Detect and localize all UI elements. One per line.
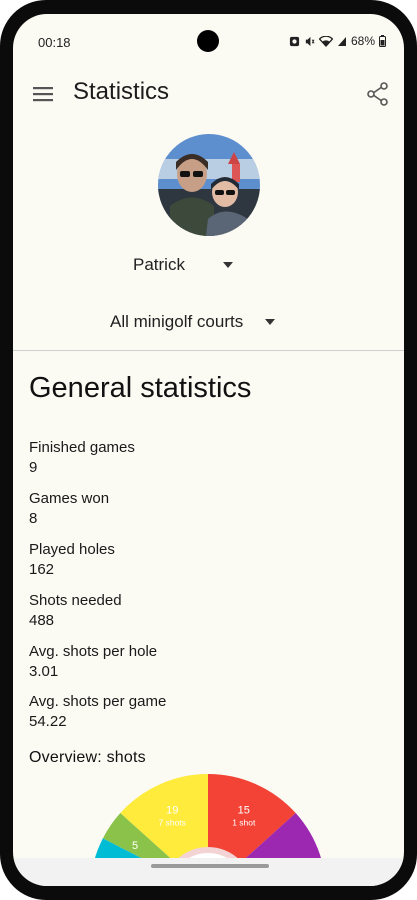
stat-label: Played holes <box>29 541 115 558</box>
signal-icon <box>337 36 346 46</box>
dropdown-arrow-icon <box>265 319 276 325</box>
slice-count-label: 19 <box>166 805 178 817</box>
slice-shots-label: 1 shot <box>232 818 256 828</box>
stat-played-holes: Played holes 162 <box>29 540 115 580</box>
dropdown-arrow-icon <box>222 262 233 268</box>
stat-shots-needed: Shots needed 488 <box>29 591 122 631</box>
stat-value: 488 <box>29 612 55 629</box>
slice-count-label: 15 <box>238 805 250 817</box>
phone-frame: 00:18 68% Statistics Patrick All minigol… <box>0 0 417 900</box>
share-button[interactable] <box>364 80 392 108</box>
stat-finished-games: Finished games 9 <box>29 438 135 478</box>
alarm-icon <box>289 36 300 46</box>
bottom-shade <box>13 858 404 886</box>
court-selected: All minigolf courts <box>110 312 244 331</box>
stat-label: Avg. shots per game <box>29 693 167 710</box>
front-camera <box>197 30 219 52</box>
status-icons: 68% <box>289 34 386 48</box>
wifi-icon <box>318 35 333 47</box>
court-dropdown[interactable]: All minigolf courts <box>110 312 276 332</box>
player-dropdown[interactable]: Patrick <box>133 255 233 275</box>
general-statistics-title: General statistics <box>29 372 252 404</box>
app-bar: Statistics <box>13 68 404 124</box>
mute-icon <box>305 36 315 46</box>
stat-value: 3.01 <box>29 663 59 680</box>
stat-games-won: Games won 8 <box>29 489 109 529</box>
menu-button[interactable] <box>31 82 55 106</box>
stat-label: Avg. shots per hole <box>29 643 158 660</box>
stat-label: Finished games <box>29 439 135 456</box>
stat-value: 54.22 <box>29 713 67 730</box>
stat-label: Shots needed <box>29 592 122 609</box>
stat-value: 9 <box>29 459 38 476</box>
share-icon <box>367 82 388 106</box>
stat-label: Games won <box>29 490 110 507</box>
slice-count-label: 5 <box>132 840 138 852</box>
gesture-bar[interactable] <box>151 864 269 868</box>
battery-icon <box>379 35 386 47</box>
status-time: 00:18 <box>38 35 71 50</box>
profile-photo <box>158 134 260 236</box>
stat-value: 162 <box>29 561 55 578</box>
stat-value: 8 <box>29 510 38 527</box>
slice-shots-label: 7 shots <box>159 818 186 828</box>
stat-avg-shots-hole: Avg. shots per hole 3.01 <box>29 642 157 682</box>
divider <box>13 350 404 351</box>
screen: 00:18 68% Statistics Patrick All minigol… <box>13 14 404 886</box>
page-title: Statistics <box>73 78 170 105</box>
stat-avg-shots-game: Avg. shots per game 54.22 <box>29 692 166 732</box>
overview-shots-title: Overview: shots <box>29 749 146 766</box>
player-selected: Patrick <box>133 255 185 274</box>
battery-percent: 68% <box>350 34 375 48</box>
menu-icon <box>33 87 53 102</box>
avatar[interactable] <box>158 134 260 236</box>
